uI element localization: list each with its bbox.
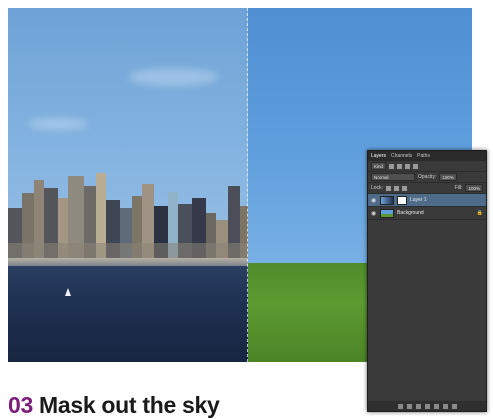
step-caption: 03 Mask out the sky bbox=[8, 392, 220, 419]
tab-layers[interactable]: Layers bbox=[371, 153, 386, 159]
opacity-field[interactable]: 100% bbox=[439, 173, 457, 181]
tab-channels[interactable]: Channels bbox=[391, 153, 412, 159]
lock-position-icon[interactable] bbox=[393, 185, 399, 191]
blend-row: Normal Opacity: 100% bbox=[368, 172, 486, 183]
new-layer-icon[interactable] bbox=[442, 403, 448, 409]
panel-footer bbox=[368, 401, 486, 411]
layer-thumbnail bbox=[380, 208, 394, 218]
layer-row-background[interactable]: ◉ Background 🔒 bbox=[368, 207, 486, 220]
mask-edge-guide bbox=[247, 8, 249, 362]
fill-field[interactable]: 100% bbox=[465, 184, 483, 192]
boat bbox=[65, 288, 71, 296]
layer-style-icon[interactable] bbox=[406, 403, 412, 409]
layer-thumbnail bbox=[380, 195, 394, 205]
lock-icon: 🔒 bbox=[476, 210, 483, 216]
city-skyline bbox=[8, 173, 248, 263]
visibility-eye-icon[interactable]: ◉ bbox=[371, 210, 377, 217]
adjustment-layer-icon[interactable] bbox=[424, 403, 430, 409]
step-number: 03 bbox=[8, 392, 33, 418]
layer-mask-thumbnail[interactable] bbox=[397, 195, 407, 205]
lock-label: Lock: bbox=[371, 185, 383, 191]
lock-all-icon[interactable] bbox=[401, 185, 407, 191]
filter-row: Kind bbox=[368, 161, 486, 172]
skyline-photo-layer bbox=[8, 8, 248, 362]
new-group-icon[interactable] bbox=[433, 403, 439, 409]
adjustment-filter-icon[interactable] bbox=[397, 163, 403, 169]
layer-row-layer-1[interactable]: ◉ Layer 1 bbox=[368, 194, 486, 207]
kind-filter-select[interactable]: Kind bbox=[371, 162, 387, 170]
fill-label: Fill: bbox=[454, 185, 463, 191]
layer-name: Background bbox=[397, 210, 424, 216]
visibility-eye-icon[interactable]: ◉ bbox=[371, 197, 377, 204]
layer-name: Layer 1 bbox=[410, 197, 427, 203]
add-mask-icon[interactable] bbox=[415, 403, 421, 409]
shape-filter-icon[interactable] bbox=[413, 163, 419, 169]
lock-row: Lock: Fill: 100% bbox=[368, 183, 486, 194]
lock-pixels-icon[interactable] bbox=[385, 185, 391, 191]
link-layers-icon[interactable] bbox=[397, 403, 403, 409]
type-filter-icon[interactable] bbox=[405, 163, 411, 169]
layers-panel: Layers Channels Paths Kind Normal Opacit… bbox=[367, 150, 487, 412]
delete-layer-icon[interactable] bbox=[451, 403, 457, 409]
blend-mode-select[interactable]: Normal bbox=[371, 173, 415, 181]
pixel-filter-icon[interactable] bbox=[389, 163, 395, 169]
step-title: Mask out the sky bbox=[38, 392, 220, 418]
river-water bbox=[8, 266, 248, 362]
opacity-label: Opacity: bbox=[418, 174, 437, 180]
panel-tabs: Layers Channels Paths bbox=[368, 151, 486, 161]
tab-paths[interactable]: Paths bbox=[417, 153, 430, 159]
